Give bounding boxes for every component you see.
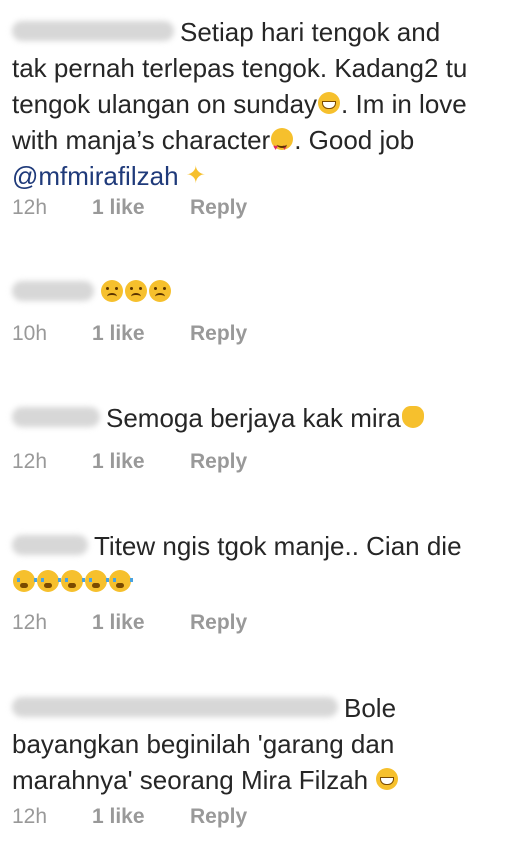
grinning-emoji-icon — [318, 92, 341, 115]
comment-text: Semoga berjaya kak mira — [12, 400, 512, 436]
comment-line: bayangkan beginilah 'garang dan — [12, 729, 395, 759]
clapping-hands-emoji-icon — [401, 406, 424, 429]
comment-line: marahnya' seorang Mira Filzah — [12, 765, 369, 795]
timestamp: 12h — [12, 805, 48, 828]
blurred-username[interactable] — [12, 21, 174, 42]
comment-line: tak pernah terlepas tengok. Kadang2 tu — [12, 53, 468, 83]
like-count[interactable]: 1 like — [92, 320, 190, 348]
reply-button[interactable]: Reply — [190, 320, 247, 348]
comment-line: Bole — [344, 693, 397, 723]
reply-button[interactable]: Reply — [190, 609, 247, 637]
comment-line: with manja’s character — [12, 125, 271, 155]
timestamp: 10h — [12, 322, 48, 345]
frowning-emoji-icon — [149, 280, 171, 303]
mention-link[interactable]: @mfmirafilzah — [12, 161, 179, 191]
blurred-username[interactable] — [12, 697, 338, 718]
heart-eyes-emoji-icon — [271, 128, 294, 166]
comment-meta: 12h 1 like Reply — [12, 194, 247, 222]
timestamp: 12h — [12, 611, 48, 634]
like-count[interactable]: 1 like — [92, 194, 190, 222]
comment-line: Titew ngis tgok manje.. Cian die — [94, 531, 462, 561]
grinning-emoji-icon — [376, 768, 399, 791]
comment-meta: 12h 1 like Reply — [12, 803, 247, 831]
reply-button[interactable]: Reply — [190, 448, 247, 476]
comment-meta: 12h 1 like Reply — [12, 448, 247, 476]
crying-emoji-icon — [37, 570, 61, 593]
like-count[interactable]: 1 like — [92, 609, 190, 637]
comment-line: tengok ulangan on sunday — [12, 89, 318, 119]
blurred-username[interactable] — [12, 281, 94, 302]
comment-line: Semoga berjaya kak mira — [106, 403, 401, 433]
crying-emoji-icon — [61, 570, 85, 593]
crying-emoji-icon — [85, 570, 109, 593]
comment-line: Setiap hari tengok and — [180, 17, 441, 47]
comment-text — [12, 274, 512, 310]
comment-line: . Good job — [294, 125, 415, 155]
reply-button[interactable]: Reply — [190, 803, 247, 831]
comment-text: Setiap hari tengok and tak pernah terlep… — [12, 14, 512, 196]
blurred-username[interactable] — [12, 535, 88, 556]
reply-button[interactable]: Reply — [190, 194, 247, 222]
blurred-username[interactable] — [12, 407, 100, 428]
like-count[interactable]: 1 like — [92, 803, 190, 831]
frowning-emoji-icon — [101, 280, 123, 303]
frowning-emoji-icon — [125, 280, 147, 303]
comment-line: . Im in love — [341, 89, 467, 119]
timestamp: 12h — [12, 196, 48, 219]
timestamp: 12h — [12, 450, 48, 473]
like-count[interactable]: 1 like — [92, 448, 190, 476]
crying-emoji-icon — [13, 570, 37, 593]
comment-meta: 12h 1 like Reply — [12, 609, 247, 637]
crying-emoji-icon — [109, 570, 133, 593]
comment-meta: 10h 1 like Reply — [12, 320, 247, 348]
comment-text: Titew ngis tgok manje.. Cian die — [12, 528, 512, 600]
comment-text: Bole bayangkan beginilah 'garang dan mar… — [12, 690, 512, 798]
sparkles-icon: ✦ — [185, 162, 206, 190]
